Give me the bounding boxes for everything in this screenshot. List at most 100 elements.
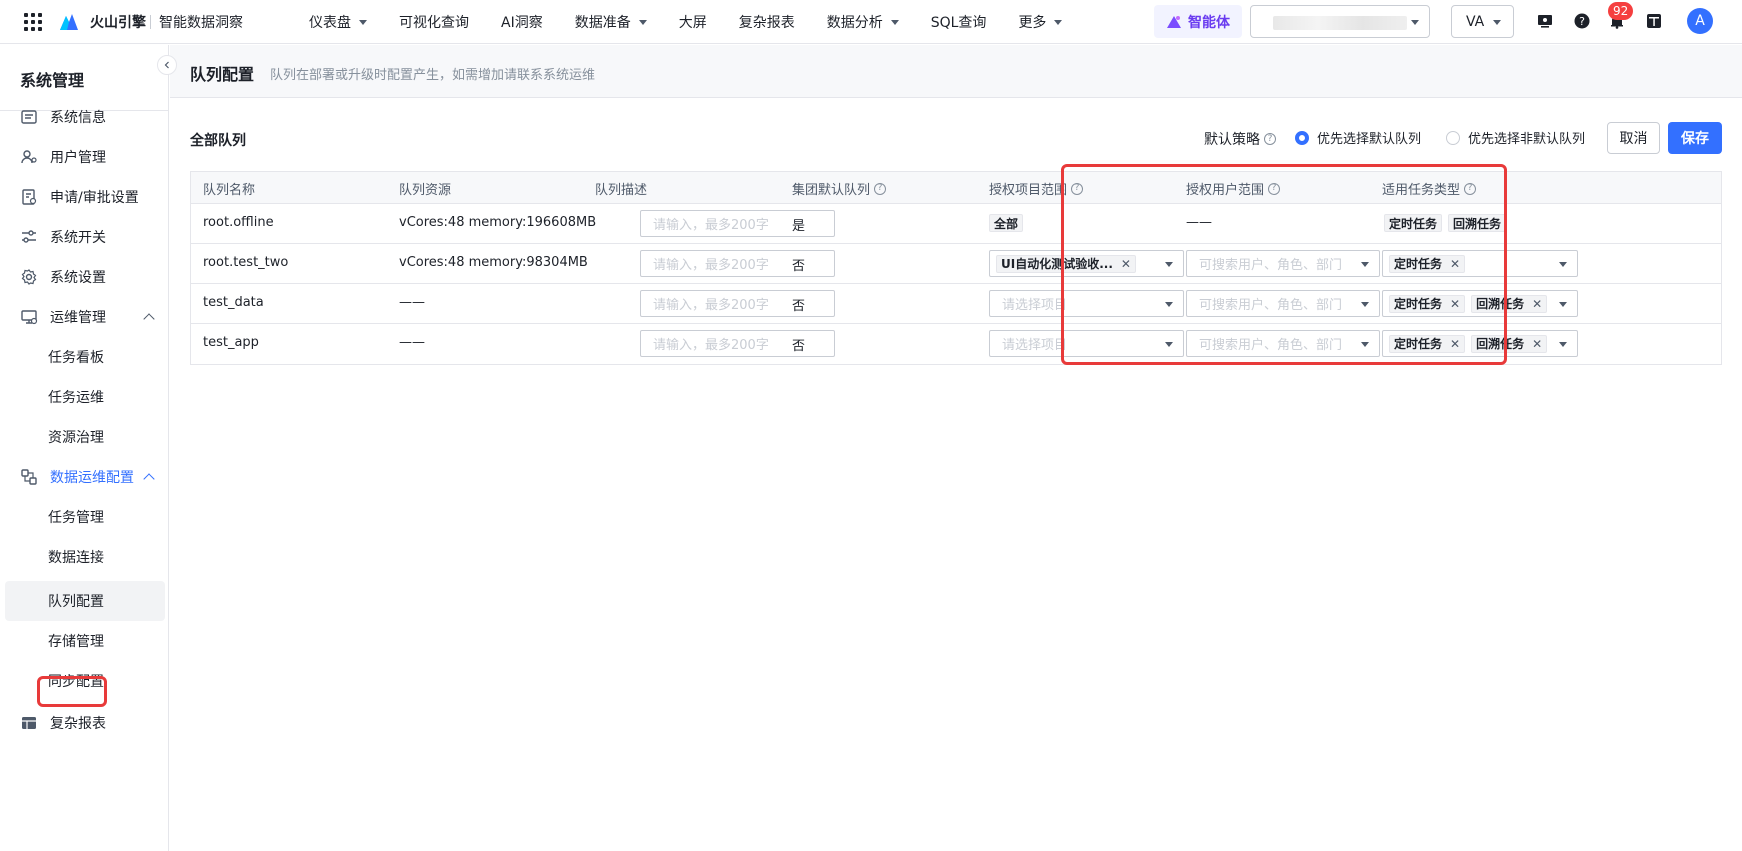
help-icon[interactable]: ? [1572,11,1592,31]
queue-name: root.offline [203,215,274,230]
menu-item[interactable]: AI洞察 [501,12,543,32]
help-circle-icon[interactable]: ? [1268,182,1281,195]
table-row: root.test_two vCores:48 memory:98304MB 请输入… [191,244,1721,284]
sidebar-item[interactable]: 数据运维配置 [0,457,169,497]
project-select[interactable]: 请选择项目 [989,290,1184,317]
cancel-button[interactable]: 取消 [1607,122,1660,154]
queue-resource: vCores:48 memory:196608MB [399,215,597,230]
column-header-label: 授权项目范围 [989,183,1068,198]
sidebar-item-label: 任务管理 [48,510,104,526]
select-placeholder: 请选择项目 [1002,298,1068,313]
radio-prefer-default[interactable]: 优先选择默认队列 [1295,128,1421,147]
app-grid-icon[interactable] [24,13,42,31]
chevron-down-icon [1361,302,1369,307]
menu-item[interactable]: 复杂报表 [739,12,795,32]
project-select[interactable]: UI自动化测试验收... ✕ [989,250,1184,277]
close-icon[interactable]: ✕ [1532,337,1542,351]
screen-icon[interactable] [1535,11,1555,31]
column-header-label: 队列名称 [203,183,256,198]
sidebar-item[interactable]: 存储管理 [0,621,169,661]
sidebar-item[interactable]: 用户管理 [0,137,169,177]
chevron-down-icon [1411,20,1419,25]
description-input[interactable]: 请输入，最多200字 [640,290,835,317]
sidebar-item[interactable]: 资源治理 [0,417,169,457]
menu-item[interactable]: 可视化查询 [399,12,469,32]
brand-divider [150,15,151,29]
column-header: 授权项目范围? [989,179,1084,198]
help-circle-icon[interactable]: ? [1464,182,1477,195]
tag-label: 定时任务 [1394,337,1443,351]
task-type-select[interactable]: 定时任务 ✕ [1382,250,1578,277]
menu-item[interactable]: 更多 [1018,12,1063,32]
sidebar-title: 系统管理 [20,71,85,90]
sidebar-item[interactable]: 系统开关 [0,217,169,257]
agent-button[interactable]: 智能体 [1154,5,1242,38]
product-name: 智能数据洞察 [159,15,243,31]
help-circle-icon[interactable]: ? [874,182,887,195]
sidebar-item[interactable]: 系统设置 [0,257,169,297]
layout-icon[interactable] [1644,11,1664,31]
user-select[interactable]: 可搜索用户、角色、部门 [1186,290,1380,317]
page-title: 队列配置 [190,65,255,84]
project-select[interactable]: 请选择项目 [989,330,1184,357]
info-panel-icon [21,110,37,124]
sidebar-item[interactable]: 任务看板 [0,337,169,377]
radio-checked-icon [1295,130,1309,145]
menu-item[interactable]: 数据分析 [827,12,899,32]
sidebar-item-label: 系统信息 [50,110,106,126]
close-icon[interactable]: ✕ [1450,337,1460,351]
sidebar-item[interactable]: 任务管理 [0,497,169,537]
save-button[interactable]: 保存 [1668,122,1722,154]
chevron-down-icon [638,19,647,25]
sidebar-item-label: 运维管理 [50,310,106,326]
task-type-select[interactable]: 定时任务 ✕ 回溯任务 ✕ [1382,330,1578,357]
queue-resource: —— [399,335,425,350]
blurred-project-name [1273,16,1407,30]
description-input[interactable]: 请输入，最多200字 [640,210,835,237]
chevron-up-icon[interactable] [143,473,155,485]
volcano-logo-icon [60,14,78,30]
chevron-left-icon [164,61,169,69]
svg-text:?: ? [1579,15,1585,28]
sidebar-item[interactable]: 系统信息 [0,97,169,137]
default-queue-flag: 否 [792,259,806,274]
menu-item-label: 数据准备 [574,15,631,31]
table-header: 队列名称 队列资源 队列描述 集团默认队列? 授权项目范围? 授权用户范围? 适用任务类型? [191,172,1721,204]
close-icon[interactable]: ✕ [1450,297,1460,311]
chevron-up-icon[interactable] [143,313,155,325]
workspace-selector[interactable]: VA [1451,5,1514,38]
user-select[interactable]: 可搜索用户、角色、部门 [1186,330,1380,357]
help-circle-icon[interactable]: ? [1071,182,1084,195]
sidebar-item[interactable]: 数据连接 [0,537,169,577]
close-icon[interactable]: ✕ [1532,297,1542,311]
menu-item[interactable]: 大屏 [679,12,707,32]
collapse-sidebar-button[interactable] [157,55,177,75]
task-type-tag: 定时任务 ✕ [1389,294,1466,313]
sidebar-item-label: 资源治理 [48,430,104,446]
help-circle-icon[interactable]: ? [1264,133,1276,145]
description-input[interactable]: 请输入，最多200字 [640,330,835,357]
avatar[interactable]: A [1687,8,1713,34]
sidebar-item[interactable]: 申请/审批设置 [0,177,169,217]
chevron-down-icon [1559,302,1567,307]
queue-name: test_data [203,295,264,310]
project-selector[interactable] [1250,5,1430,38]
menu-item[interactable]: 数据准备 [575,12,647,32]
menu-item[interactable]: 仪表盘 [309,12,367,32]
sidebar-item-label: 用户管理 [50,150,106,166]
close-icon[interactable]: ✕ [1450,257,1460,271]
data-ops-icon [21,469,37,485]
sidebar-item[interactable]: 复杂报表 [0,703,169,743]
description-input[interactable]: 请输入，最多200字 [640,250,835,277]
menu-item[interactable]: SQL查询 [931,12,987,32]
task-type-select[interactable]: 定时任务 ✕ 回溯任务 ✕ [1382,290,1578,317]
user-select[interactable]: 可搜索用户、角色、部门 [1186,250,1380,277]
gear-icon [21,269,37,285]
close-icon[interactable]: ✕ [1121,257,1131,271]
sidebar-item[interactable]: 队列配置 [5,581,165,621]
radio-unchecked-icon [1446,130,1460,145]
sidebar-item[interactable]: 运维管理 [0,297,169,337]
sidebar-item-label: 数据运维配置 [50,470,134,486]
sidebar-item[interactable]: 任务运维 [0,377,169,417]
radio-prefer-non-default[interactable]: 优先选择非默认队列 [1446,128,1585,147]
